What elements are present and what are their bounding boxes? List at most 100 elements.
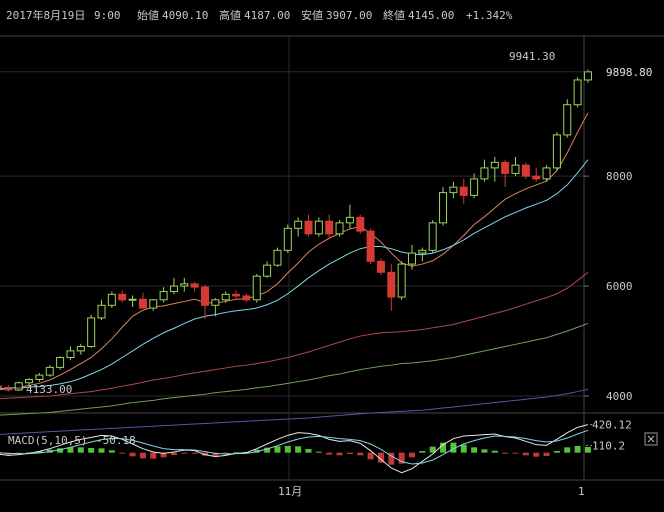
candle-body — [45, 366, 54, 376]
candle-body — [252, 275, 261, 301]
candle-body — [521, 164, 530, 177]
candle-body — [304, 220, 313, 235]
candle-body — [138, 298, 147, 309]
min-price-label: 4133.00 — [26, 383, 72, 396]
time-label-nov: 11月 — [278, 485, 302, 498]
candlestick-chart[interactable]: 2017年8月19日 9:00 始値 4090.10 高値 4187.00 安値… — [0, 0, 664, 508]
candle-body — [273, 249, 282, 266]
info-high-value: 4187.00 — [244, 9, 290, 22]
price-tick-label: 6000 — [606, 280, 633, 293]
macd-histogram-bar — [491, 450, 498, 453]
candle-body — [283, 227, 292, 251]
macd-histogram-bar — [88, 448, 95, 453]
info-low-label: 安値 — [301, 8, 323, 22]
macd-value: -50.18 — [96, 434, 136, 447]
time-label-next: 1 — [578, 485, 585, 498]
candle-body — [169, 285, 178, 293]
candle-body — [583, 71, 592, 81]
candle-body — [376, 260, 385, 273]
price-tick-label: 4000 — [606, 390, 633, 403]
candle-body — [294, 220, 303, 229]
candle-body — [149, 299, 158, 309]
moving-average-line — [0, 112, 589, 391]
price-tick-label: 9898.80 — [606, 66, 652, 79]
candle-body — [480, 167, 489, 180]
candle-body — [35, 374, 44, 380]
candle-body — [97, 304, 106, 319]
macd-histogram-bar — [336, 452, 343, 456]
candle-body — [552, 134, 561, 169]
candle-body — [263, 264, 272, 277]
macd-histogram-bar — [584, 447, 591, 453]
info-low-value: 3907.00 — [326, 9, 372, 22]
stock-chart[interactable]: 2017年8月19日 9:00 始値 4090.10 高値 4187.00 安値… — [0, 0, 664, 508]
candle-body — [573, 79, 582, 106]
macd-histogram-bar — [367, 452, 374, 460]
candle-body — [201, 286, 209, 306]
candle-body — [76, 346, 85, 352]
price-gridlines — [0, 71, 584, 397]
candle-body — [511, 164, 520, 174]
price-axis: 9898.80 8000 6000 4000 — [584, 66, 652, 403]
macd-histogram-bar — [502, 452, 509, 454]
candles — [0, 69, 592, 392]
macd-histogram-bar — [284, 446, 291, 453]
candle-body — [325, 220, 334, 235]
macd-histogram-bar — [533, 452, 540, 457]
macd-histogram-bar — [150, 452, 157, 459]
info-change: +1.342% — [466, 9, 513, 22]
candle-body — [428, 222, 437, 251]
macd-histogram-bar — [315, 451, 322, 453]
candle-body — [532, 175, 541, 180]
info-close-value: 4145.00 — [408, 9, 454, 22]
macd-histogram-bar — [574, 446, 581, 453]
macd-histogram-bar — [326, 452, 333, 455]
macd-histogram-bar — [295, 446, 302, 453]
ohlc-info-bar: 2017年8月19日 9:00 始値 4090.10 高値 4187.00 安値… — [6, 8, 513, 22]
candle-body — [118, 293, 127, 301]
candle-body — [221, 293, 230, 301]
candle-body — [418, 249, 427, 254]
candle-body — [242, 295, 251, 301]
macd-histogram-bar — [357, 452, 364, 456]
candle-body — [563, 104, 572, 136]
candle-body — [190, 283, 199, 288]
macd-histogram-bar — [564, 447, 571, 453]
macd-panel: 420.12 110.2 — [0, 419, 632, 474]
candle-body — [14, 382, 23, 391]
candle-body — [128, 298, 137, 301]
candle-body — [66, 350, 75, 358]
macd-histogram-bar — [409, 452, 415, 458]
macd-histogram-bar — [98, 448, 105, 453]
macd-axis-label: 420.12 — [592, 419, 632, 432]
candle-body — [159, 291, 168, 301]
candle-body — [345, 216, 354, 224]
candle-body — [366, 230, 375, 262]
macd-histogram-bar — [108, 450, 115, 453]
macd-histogram-bar — [346, 452, 353, 454]
candle-body — [0, 385, 2, 389]
macd-axis-label: 110.2 — [592, 439, 625, 452]
moving-average-line — [0, 159, 589, 390]
info-time: 9:00 — [94, 9, 121, 22]
candle-body — [439, 192, 448, 224]
macd-histogram-bar — [471, 447, 478, 453]
max-price-label: 9941.30 — [509, 50, 555, 63]
candle-body — [87, 317, 96, 348]
macd-histogram-bar — [522, 452, 529, 456]
candle-body — [408, 252, 416, 265]
info-high-label: 高値 — [219, 8, 241, 22]
macd-histogram-bar — [460, 444, 467, 453]
price-tick-label: 8000 — [606, 170, 633, 183]
candle-body — [356, 216, 365, 232]
candle-body — [232, 293, 241, 297]
macd-histogram-bar — [305, 449, 312, 453]
macd-histogram-bar — [129, 452, 136, 457]
candle-body — [542, 167, 551, 180]
macd-histogram-bar — [481, 449, 488, 453]
candle-body — [180, 283, 189, 287]
candle-body — [490, 161, 499, 169]
info-open-value: 4090.10 — [162, 9, 208, 22]
macd-close-button[interactable] — [644, 432, 658, 446]
candle-body — [56, 356, 65, 368]
